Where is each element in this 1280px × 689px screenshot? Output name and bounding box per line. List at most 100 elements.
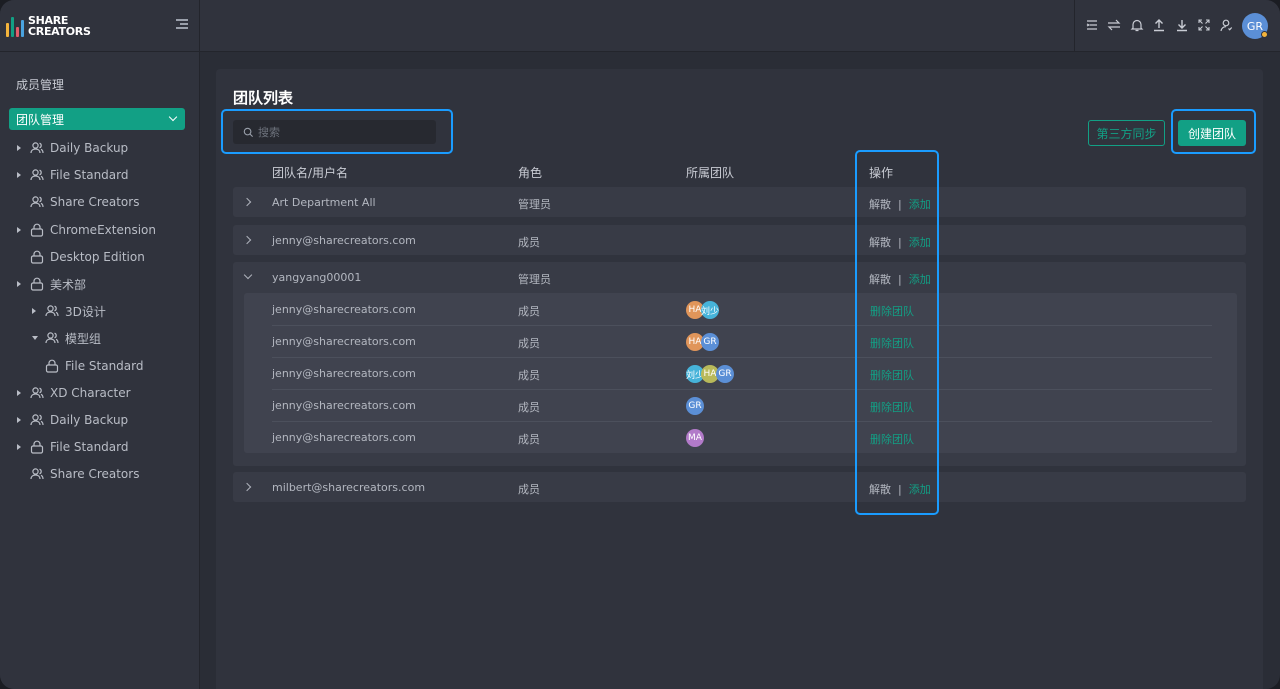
caret-down-icon[interactable]: [32, 336, 38, 340]
lock-icon: [30, 223, 44, 237]
row-role: 成员: [518, 483, 540, 496]
swap-icon[interactable]: [1107, 18, 1121, 32]
row-role: 管理员: [518, 198, 551, 211]
list-icon[interactable]: [1085, 18, 1099, 32]
users-icon: [30, 169, 44, 181]
status-dot: [1261, 31, 1268, 38]
fullscreen-icon[interactable]: [1197, 18, 1211, 32]
row-role: 成员: [518, 236, 540, 249]
users-icon: [30, 468, 44, 480]
row-divider: [272, 389, 1212, 390]
member-name: jenny@sharecreators.com: [272, 431, 416, 444]
team-avatar: GR: [701, 333, 719, 351]
logo-line2: CREATORS: [28, 24, 91, 38]
section-title-members[interactable]: 成员管理: [16, 76, 64, 93]
bell-icon[interactable]: [1130, 18, 1144, 32]
sidebar-item-label: 团队管理: [16, 112, 65, 127]
sidebar-item-label: XD Character: [50, 386, 131, 400]
row-name: Art Department All: [272, 196, 376, 209]
sidebar-item-art-department[interactable]: 美术部: [17, 274, 86, 294]
top-divider: [1074, 0, 1075, 52]
chevron-down-icon: [168, 112, 178, 122]
sidebar-item-share-creators[interactable]: Share Creators: [30, 192, 139, 212]
third-party-sync-button[interactable]: 第三方同步: [1088, 120, 1165, 146]
users-icon: [30, 142, 44, 154]
logo-icon: [6, 15, 24, 37]
sidebar-item-label: File Standard: [65, 359, 144, 373]
sidebar-item-share-creators-2[interactable]: Share Creators: [30, 464, 139, 484]
actions-column-highlight: [855, 150, 939, 515]
sidebar-item-model-group[interactable]: 模型组: [32, 328, 101, 348]
sidebar-item-file-standard[interactable]: File Standard: [17, 165, 129, 185]
row-name: milbert@sharecreators.com: [272, 481, 426, 494]
row-divider: [272, 421, 1212, 422]
sidebar-item-3d-design[interactable]: 3D设计: [32, 301, 106, 321]
team-avatar: MA: [686, 429, 704, 447]
logo: SHARE CREATORS: [0, 0, 199, 52]
caret-right-icon[interactable]: [32, 308, 36, 314]
sidebar-item-xd-character[interactable]: XD Character: [17, 383, 131, 403]
table-row[interactable]: [233, 187, 1246, 217]
row-name: yangyang00001: [272, 271, 362, 284]
sidebar-item-label: 3D设计: [65, 304, 106, 319]
caret-right-icon[interactable]: [17, 172, 21, 178]
team-avatar: GR: [716, 365, 734, 383]
team-avatar: GR: [686, 397, 704, 415]
sidebar-item-label: Daily Backup: [50, 141, 129, 155]
member-role: 成员: [518, 433, 540, 446]
users-icon: [30, 196, 44, 208]
column-header-team: 所属团队: [686, 166, 735, 180]
users-icon: [45, 332, 59, 344]
caret-right-icon[interactable]: [17, 444, 21, 450]
sidebar-item-label: File Standard: [50, 440, 129, 454]
sidebar: SHARE CREATORS 成员管理 团队管理 Daily Backup Fi…: [0, 0, 200, 689]
team-avatar: 刘少: [701, 301, 719, 319]
lock-icon: [30, 250, 44, 264]
user-icon[interactable]: [1219, 18, 1233, 32]
sidebar-item-label: 模型组: [65, 331, 102, 346]
users-icon: [30, 414, 44, 426]
upload-icon[interactable]: [1152, 18, 1166, 32]
member-name: jenny@sharecreators.com: [272, 399, 416, 412]
sidebar-item-team-management[interactable]: 团队管理: [9, 108, 185, 130]
row-divider: [272, 325, 1212, 326]
create-team-highlight: [1171, 109, 1256, 154]
sidebar-item-daily-backup[interactable]: Daily Backup: [17, 138, 128, 158]
menu-toggle-icon[interactable]: [176, 19, 188, 31]
lock-icon: [30, 440, 44, 454]
app-window: SHARE CREATORS 成员管理 团队管理 Daily Backup Fi…: [0, 0, 1280, 689]
member-role: 成员: [518, 337, 540, 350]
sidebar-item-file-standard-2[interactable]: File Standard: [17, 437, 129, 457]
sidebar-item-chromeextension[interactable]: ChromeExtension: [17, 220, 156, 240]
search-highlight: [221, 109, 453, 154]
sidebar-item-file-standard-sub[interactable]: File Standard: [45, 356, 144, 376]
member-name: jenny@sharecreators.com: [272, 367, 416, 380]
column-header-name: 团队名/用户名: [272, 166, 349, 180]
sidebar-item-label: Desktop Edition: [50, 250, 145, 264]
lock-icon: [45, 359, 59, 373]
sidebar-item-label: Daily Backup: [50, 413, 129, 427]
logo-line1: SHARE: [28, 13, 69, 27]
caret-right-icon[interactable]: [17, 145, 21, 151]
caret-right-icon[interactable]: [17, 281, 21, 287]
sidebar-item-label: 美术部: [50, 277, 87, 292]
sidebar-item-label: Share Creators: [50, 195, 140, 209]
caret-right-icon[interactable]: [17, 227, 21, 233]
sidebar-item-daily-backup-2[interactable]: Daily Backup: [17, 410, 128, 430]
page-title: 团队列表: [233, 89, 294, 107]
member-name: jenny@sharecreators.com: [272, 335, 416, 348]
member-name: jenny@sharecreators.com: [272, 303, 416, 316]
member-role: 成员: [518, 369, 540, 382]
row-divider: [272, 357, 1212, 358]
lock-icon: [30, 277, 44, 291]
sidebar-item-label: ChromeExtension: [50, 223, 156, 237]
caret-right-icon[interactable]: [17, 417, 21, 423]
sidebar-item-label: Share Creators: [50, 467, 140, 481]
member-role: 成员: [518, 305, 540, 318]
row-role: 管理员: [518, 273, 551, 286]
caret-right-icon[interactable]: [17, 390, 21, 396]
row-name: jenny@sharecreators.com: [272, 234, 416, 247]
sidebar-item-desktop-edition[interactable]: Desktop Edition: [30, 247, 145, 267]
users-icon: [30, 387, 44, 399]
download-icon[interactable]: [1175, 18, 1189, 32]
